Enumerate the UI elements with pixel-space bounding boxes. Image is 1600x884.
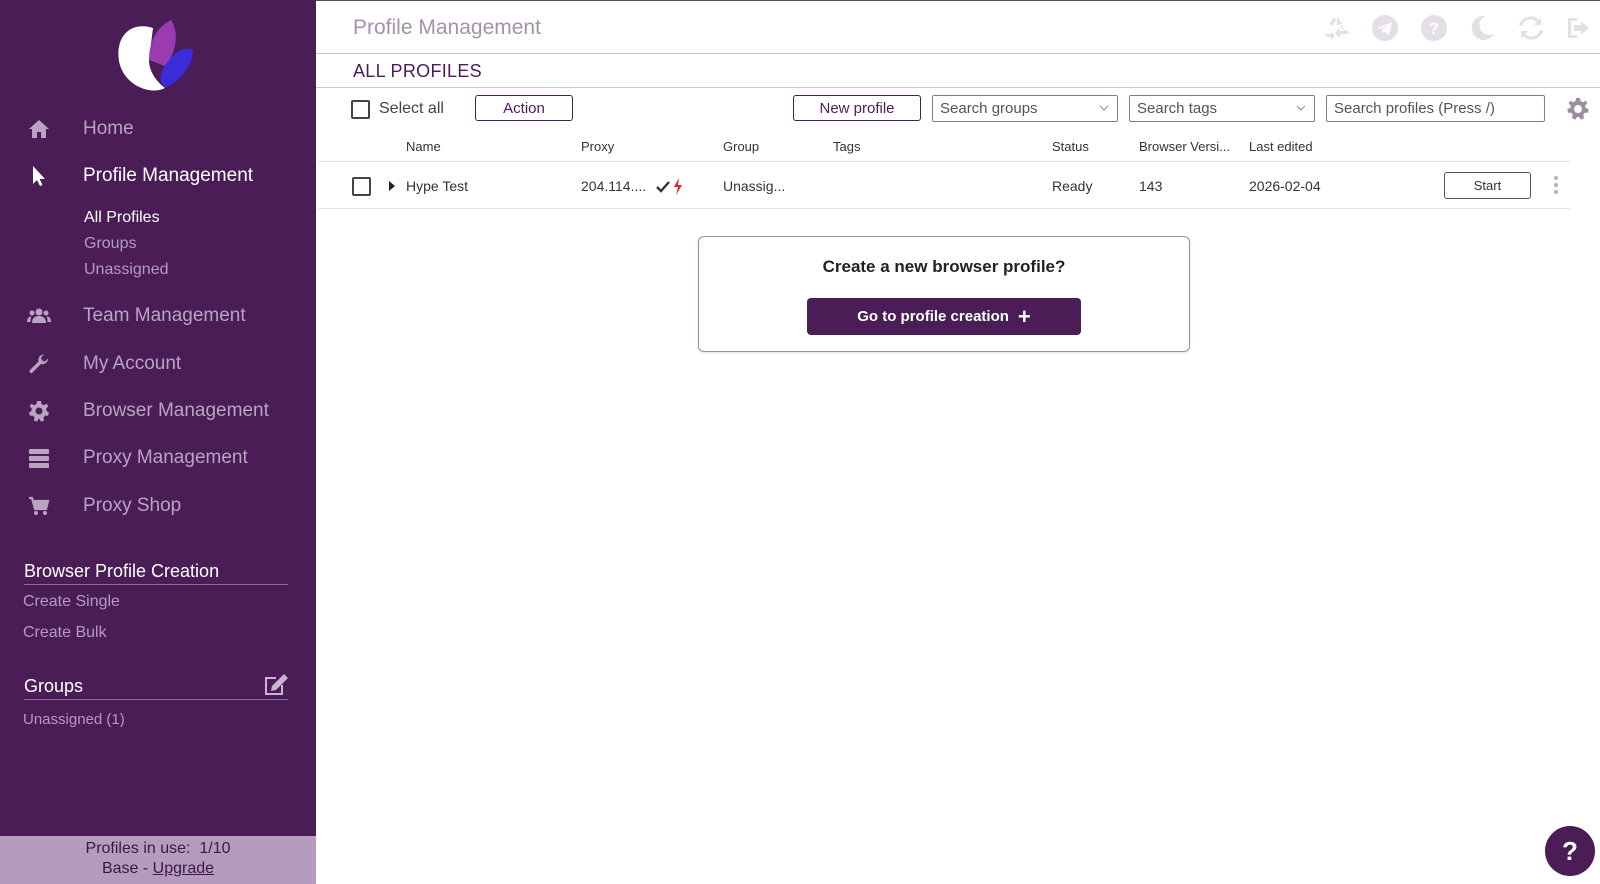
search-tags-label: Search tags (1137, 100, 1218, 117)
go-to-profile-creation-button[interactable]: Go to profile creation + (807, 298, 1081, 335)
row-status: Ready (1052, 178, 1093, 194)
search-profiles-input[interactable] (1326, 95, 1545, 122)
column-name[interactable]: Name (406, 139, 441, 154)
profiles-in-use: Profiles in use: 1/10 (0, 839, 316, 859)
search-groups-dropdown[interactable]: Search groups (932, 95, 1118, 122)
column-status[interactable]: Status (1052, 139, 1089, 154)
table-settings-gear-icon[interactable] (1566, 97, 1590, 121)
plan-separator: - (138, 860, 153, 877)
row-checkbox[interactable] (352, 177, 371, 196)
top-header: Profile Management ? (316, 0, 1600, 54)
browser-profile-creation-title: Browser Profile Creation (24, 561, 288, 585)
row-menu-kebab-icon[interactable] (1552, 176, 1560, 196)
home-icon (26, 117, 52, 141)
group-unassigned[interactable]: Unassigned (1) (23, 711, 125, 728)
select-all-checkbox[interactable] (351, 100, 370, 119)
usage-value: 1/10 (199, 840, 231, 857)
team-icon (26, 304, 52, 328)
nav-home[interactable]: Home (0, 109, 316, 149)
create-bulk-link[interactable]: Create Bulk (23, 624, 107, 642)
nav-proxy-shop[interactable]: Proxy Shop (0, 486, 316, 526)
app-logo (113, 16, 197, 96)
plan-name: Base (101, 860, 139, 877)
logout-icon[interactable] (1565, 14, 1593, 42)
sub-unassigned[interactable]: Unassigned (84, 261, 169, 279)
row-name: Hype Test (406, 178, 468, 194)
chevron-down-icon (1297, 105, 1305, 111)
create-single-link[interactable]: Create Single (23, 593, 120, 611)
sidebar: Home Profile Management All Profiles Gro… (0, 0, 316, 884)
create-profile-prompt: Create a new browser profile? (822, 257, 1066, 276)
row-last-edited: 2026-02-04 (1249, 178, 1321, 194)
usage-label: Profiles in use: (85, 840, 191, 857)
nav-team-management[interactable]: Team Management (0, 296, 316, 336)
nav-browser-management[interactable]: Browser Management (0, 391, 316, 431)
usage-panel: Profiles in use: 1/10 Base - Upgrade (0, 836, 316, 884)
subheader: ALL PROFILES (316, 55, 1600, 88)
groups-title: Groups (24, 676, 288, 700)
search-tags-dropdown[interactable]: Search tags (1129, 95, 1315, 122)
row-browser-version: 143 (1139, 178, 1163, 194)
sub-all-profiles[interactable]: All Profiles (84, 209, 160, 227)
plus-icon: + (1017, 303, 1031, 329)
table-header-divider (318, 161, 1570, 162)
cursor-icon (26, 164, 52, 188)
expand-caret-icon[interactable] (389, 181, 395, 191)
nav-browser-management-label: Browser Management (83, 400, 269, 421)
gear-icon (26, 399, 52, 423)
row-proxy: 204.114.... (581, 178, 647, 194)
nav-proxy-management-label: Proxy Management (83, 447, 248, 468)
column-proxy[interactable]: Proxy (581, 139, 614, 154)
all-profiles-heading: ALL PROFILES (353, 61, 482, 81)
nav-profile-management[interactable]: Profile Management (0, 156, 316, 196)
page-title: Profile Management (353, 16, 541, 39)
sub-groups[interactable]: Groups (84, 235, 136, 253)
recycle-icon[interactable] (1323, 14, 1351, 42)
row-divider (318, 208, 1570, 209)
action-button[interactable]: Action (475, 95, 573, 121)
refresh-icon[interactable] (1517, 14, 1545, 42)
start-profile-button[interactable]: Start (1444, 172, 1531, 199)
proxy-ok-check-icon (656, 181, 670, 193)
chevron-down-icon (1100, 105, 1108, 111)
select-all-label: Select all (379, 100, 444, 117)
nav-my-account-label: My Account (83, 353, 182, 374)
proxy-bolt-icon (674, 178, 682, 195)
column-tags[interactable]: Tags (833, 139, 860, 154)
search-groups-label: Search groups (940, 100, 1038, 117)
column-group[interactable]: Group (723, 139, 759, 154)
help-chat-button[interactable]: ? (1545, 826, 1595, 876)
edit-groups-icon[interactable] (263, 673, 289, 697)
help-icon[interactable]: ? (1420, 14, 1448, 42)
column-last-edited[interactable]: Last edited (1249, 139, 1313, 154)
nav-my-account[interactable]: My Account (0, 344, 316, 384)
telegram-icon[interactable] (1371, 14, 1399, 42)
upgrade-link[interactable]: Upgrade (153, 860, 214, 877)
server-icon (26, 446, 52, 470)
cart-icon (26, 494, 52, 518)
moon-icon[interactable] (1468, 14, 1496, 42)
nav-profile-management-label: Profile Management (83, 165, 254, 186)
nav-proxy-management[interactable]: Proxy Management (0, 438, 316, 478)
row-group: Unassig... (723, 178, 786, 194)
go-to-profile-creation-label: Go to profile creation (857, 308, 1009, 325)
svg-text:?: ? (1429, 19, 1439, 38)
wrench-icon (26, 352, 52, 376)
plan-line: Base - Upgrade (0, 859, 316, 879)
column-browser-version[interactable]: Browser Versi... (1139, 139, 1230, 154)
nav-team-management-label: Team Management (83, 305, 246, 326)
nav-home-label: Home (83, 118, 134, 139)
create-profile-card: Create a new browser profile? Go to prof… (698, 236, 1190, 352)
new-profile-button[interactable]: New profile (793, 95, 921, 121)
nav-proxy-shop-label: Proxy Shop (83, 495, 182, 516)
